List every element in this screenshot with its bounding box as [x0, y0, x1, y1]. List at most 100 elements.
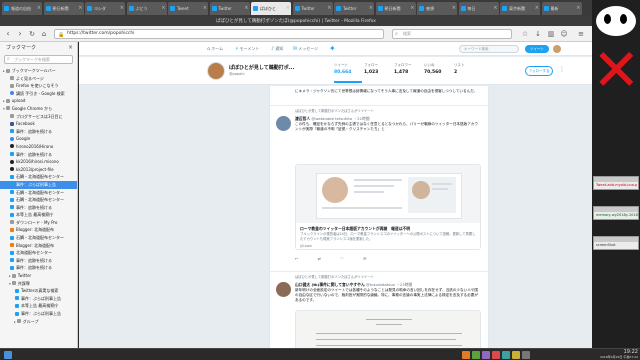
files-icon[interactable] — [462, 351, 470, 359]
stat-tweets[interactable]: ツイート 80,664 — [334, 63, 362, 83]
tab-close-icon[interactable]: × — [37, 2, 41, 15]
terminal-icon[interactable] — [472, 351, 480, 359]
browser-tab[interactable]: Twitter × — [334, 2, 374, 15]
bookmark-item[interactable]: Blogger: 北海道配布 — [0, 242, 77, 250]
browser-tab[interactable]: ヨシダ × — [85, 2, 125, 15]
browser-tab[interactable]: 朝日新聞 × — [375, 2, 416, 15]
bookmark-expander[interactable]: ▾ — [9, 282, 11, 286]
firefox-icon[interactable] — [492, 351, 500, 359]
bookmark-item[interactable]: 石鯛・北海道配布センター — [0, 234, 77, 242]
tab-close-icon[interactable]: × — [576, 2, 580, 15]
bookmark-item[interactable]: ▾ 共謀罪 — [0, 280, 77, 288]
bookmark-item[interactable]: 北海道配布センター — [0, 249, 77, 257]
reply-icon[interactable]: ↩ — [295, 256, 298, 261]
reload-icon[interactable]: ↻ — [27, 29, 37, 39]
browser-tab[interactable]: Twitter × — [209, 2, 250, 15]
menu-icon[interactable]: ≡ — [576, 29, 586, 39]
browser-tab[interactable]: Twitter × — [292, 2, 333, 15]
browser-tab[interactable]: ぱぼひと × — [251, 2, 291, 15]
retweet-icon[interactable]: ⇄ — [318, 256, 321, 261]
bookmark-item[interactable]: 石鯛・北海道配布センター — [0, 196, 77, 204]
bookmark-item[interactable]: よく見るページ — [0, 75, 77, 83]
bookmark-expander[interactable]: ▸ — [3, 69, 5, 73]
bookmark-item[interactable]: ▸ upload — [0, 97, 77, 105]
bookmarks-icon[interactable]: ☆ — [520, 29, 530, 39]
browser-tab[interactable]: 感想 × — [417, 2, 457, 15]
tweet[interactable]: にキメラ・ジャクソン氏にて世帯根は詩情報になってそう人事に言及して報道の自由を侵… — [270, 86, 488, 106]
tab-close-icon[interactable]: × — [535, 2, 539, 15]
bookmark-item[interactable]: ▸ グループ — [0, 318, 77, 326]
desktop-window[interactable]: screenShot — [593, 236, 639, 250]
bookmark-item[interactable]: ダウンロード - My Pro — [0, 219, 77, 227]
avatar[interactable] — [276, 282, 291, 297]
tweet-time[interactable]: ・23時間 — [396, 282, 412, 287]
bookmark-item[interactable]: 事件：ぶらば刑事上告 — [0, 295, 77, 303]
bookmark-item[interactable]: ▸ ブックマークツールバー — [0, 67, 77, 75]
browser-tab[interactable]: 最新 × — [541, 2, 582, 15]
bookmark-item[interactable]: 事件：追跡を続ける — [0, 151, 77, 159]
bookmark-item[interactable]: 事件：追跡を続ける — [0, 128, 77, 136]
chat-icon[interactable] — [502, 351, 510, 359]
stat-following[interactable]: フォロー 1,023 — [364, 63, 392, 75]
tab-close-icon[interactable]: × — [369, 2, 373, 15]
browser-tab[interactable]: 毎日 × — [458, 2, 499, 15]
profile-avatar[interactable] — [207, 62, 225, 80]
twitter-search-input[interactable]: キーワード検索 — [459, 45, 519, 53]
link-card[interactable]: ローマ教皇のツイッター日本語版アカウントが再開 報道は不明 ブルックラインの運営… — [295, 164, 481, 250]
avatar[interactable] — [276, 116, 291, 131]
library-icon[interactable]: ▥ — [546, 29, 556, 39]
follow-button[interactable]: フォローする — [525, 66, 553, 76]
browser-tab[interactable]: 東京新聞 × — [500, 2, 540, 15]
bookmark-item[interactable]: hirono2016/Hirono — [0, 143, 77, 151]
bookmark-item[interactable]: 本等上告 最高検察庁 — [0, 302, 77, 310]
bookmark-item[interactable]: ▾ Google Chrome から — [0, 105, 77, 113]
tweet[interactable]: ぱぼひとが見して鵜動打ポゾンたぼさんがリツイート 渡辺哲人 @watanabe … — [270, 106, 488, 272]
bookmark-item[interactable]: Twitterの真実な検索 — [0, 287, 77, 295]
address-bar[interactable]: 🔒 https://twitter.com/popohicchi — [54, 29, 384, 39]
tweet-time[interactable]: ・22時間 — [353, 116, 369, 121]
avatar[interactable] — [553, 45, 561, 53]
nav-notifications[interactable]: ♪通知 — [271, 42, 283, 56]
bookmark-item[interactable]: 講読 手引き - Google 検索 — [0, 90, 77, 98]
tab-close-icon[interactable]: × — [161, 2, 165, 15]
editor-icon[interactable] — [482, 351, 490, 359]
bookmark-item[interactable]: 事件：ぶらば刑事上告 — [0, 310, 77, 318]
twitter-bird-icon[interactable]: ✦ — [329, 45, 338, 53]
clock[interactable]: 19:22 2018年9月29日 午後07:22 — [600, 349, 638, 360]
bookmark-item[interactable]: 石鯛・北海道配布センター — [0, 173, 77, 181]
tab-close-icon[interactable]: × — [493, 2, 497, 15]
forward-icon[interactable]: › — [15, 29, 25, 39]
home-icon[interactable]: ⌂ — [39, 29, 49, 39]
app-menu-icon[interactable] — [4, 351, 12, 359]
stat-lists[interactable]: リスト 2 — [454, 63, 482, 75]
bookmark-item[interactable]: 事件：追跡を続ける — [0, 204, 77, 212]
nav-messages[interactable]: ✉メッセージ — [293, 42, 318, 56]
tab-close-icon[interactable]: × — [244, 2, 248, 15]
close-icon[interactable]: × — [68, 42, 73, 54]
bookmark-expander[interactable]: ▾ — [3, 107, 5, 111]
tab-close-icon[interactable]: × — [452, 2, 456, 15]
like-icon[interactable]: ♡ — [340, 256, 344, 261]
bookmark-item[interactable]: 本等上告 最高検察庁 — [0, 211, 77, 219]
bookmark-expander[interactable]: ▸ — [14, 320, 16, 324]
browser-tab[interactable]: 報道の自由 × — [2, 2, 42, 15]
attached-document-image[interactable] — [295, 310, 481, 348]
settings-icon[interactable] — [512, 351, 520, 359]
tab-close-icon[interactable]: × — [410, 2, 414, 15]
bookmark-item[interactable]: Facebook — [0, 120, 77, 128]
tab-close-icon[interactable]: × — [203, 2, 207, 15]
stat-followers[interactable]: フォロワー 1,478 — [394, 63, 422, 75]
tweet-author-name[interactable]: 山口健太 (tk)事件に関して言いやすやん — [295, 282, 365, 287]
tab-close-icon[interactable]: × — [286, 2, 290, 15]
tweet-button[interactable]: ツイート — [525, 45, 549, 53]
bookmark-item[interactable]: Firefox を使いこなそう — [0, 82, 77, 90]
bookmark-expander[interactable]: ▸ — [3, 99, 5, 103]
stat-likes[interactable]: いいね 70,560 — [424, 63, 452, 75]
nav-home[interactable]: ⌂ホーム — [207, 42, 223, 56]
bookmark-item[interactable]: Blogger: 北海道配布 — [0, 226, 77, 234]
bookmark-item[interactable]: Google — [0, 135, 77, 143]
bookmark-item[interactable]: kk2013/project-file — [0, 166, 77, 174]
tab-close-icon[interactable]: × — [78, 2, 82, 15]
browser-tab[interactable]: Tweet × — [168, 2, 208, 15]
browser-tab[interactable]: 朝日新聞 × — [43, 2, 84, 15]
